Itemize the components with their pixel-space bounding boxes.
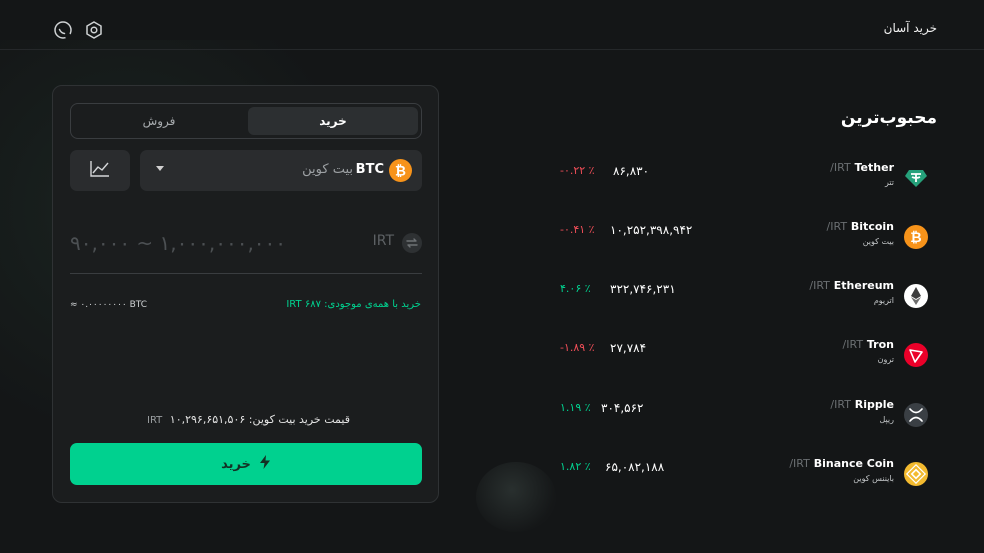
coin-name: /IRT Tron xyxy=(842,338,894,351)
ripple-icon xyxy=(904,403,928,431)
buy-price-unit: IRT xyxy=(147,415,163,426)
popular-title: محبوب‌ترین xyxy=(840,108,937,128)
swap-icon[interactable] xyxy=(402,233,422,257)
coin-select[interactable]: بیت کوین BTC ₿ xyxy=(140,150,422,191)
list-item[interactable]: /IRT Ripple ریپل ۳۰۴,۵۶۲ ۱.۱۹ ٪ xyxy=(555,395,930,435)
coin-change: ۴.۰۶ ٪ xyxy=(560,282,591,295)
coin-change: -۰.۲۲ ٪ xyxy=(560,164,595,177)
coin-name-fa: تتر xyxy=(884,178,894,187)
buy-button-label: خرید xyxy=(221,456,251,472)
coin-select-name: بیت کوین xyxy=(302,162,353,177)
coin-name-fa: ترون xyxy=(877,355,894,364)
coin-price: ۳۰۴,۵۶۲ xyxy=(601,401,644,415)
tether-icon xyxy=(904,166,928,194)
svg-text:₿: ₿ xyxy=(395,164,406,179)
coin-name: /IRT Binance Coin xyxy=(789,457,894,470)
page-title: خرید آسان xyxy=(883,21,937,35)
coin-name-fa: بایننس کوین xyxy=(853,474,894,483)
support-icon[interactable] xyxy=(52,19,74,41)
bnb-icon xyxy=(904,462,928,490)
approx-btc-amount: ≈ ۰.۰۰۰۰۰۰۰۰ BTC xyxy=(70,300,148,310)
coin-price: ۶۵,۰۸۲,۱۸۸ xyxy=(605,460,665,474)
amount-field[interactable]: ۹۰,۰۰۰ ~ ۱,۰۰۰,۰۰۰,۰۰۰ IRT xyxy=(70,219,422,274)
coin-price: ۱۰,۲۵۲,۳۹۸,۹۴۲ xyxy=(610,223,693,237)
list-item[interactable]: /IRT Tether تتر ۸۶,۸۳۰ -۰.۲۲ ٪ xyxy=(555,158,930,198)
coin-change: ۱.۱۹ ٪ xyxy=(560,401,591,414)
buy-with-all-balance[interactable]: خرید با همه‌ی موجودی: ۶۸۷ IRT xyxy=(286,299,421,310)
trade-tabs: فروش خرید xyxy=(70,103,422,139)
coin-name-fa: اتریوم xyxy=(873,296,894,305)
coin-select-symbol: BTC xyxy=(355,162,384,177)
svg-text:₿: ₿ xyxy=(910,230,921,246)
ethereum-icon xyxy=(904,284,928,312)
coin-price: ۸۶,۸۳۰ xyxy=(613,164,650,178)
buy-price-label: قیمت خرید بیت کوین: xyxy=(248,413,350,426)
coin-name: /IRT Tether xyxy=(830,161,894,174)
caret-down-icon xyxy=(156,166,164,171)
coin-name: /IRT Ripple xyxy=(830,398,894,411)
top-bar: خرید آسان xyxy=(0,0,984,50)
list-item[interactable]: /IRT Ethereum اتریوم ۳۲۲,۷۴۶,۲۳۱ ۴.۰۶ ٪ xyxy=(555,276,930,316)
chart-line-icon xyxy=(89,160,111,182)
coin-name: /IRT Bitcoin xyxy=(826,220,894,233)
trade-card: فروش خرید بیت کوین BTC ₿ ۹۰,۰۰۰ ~ ۱,۰۰۰,… xyxy=(52,85,439,503)
settings-icon[interactable] xyxy=(83,19,105,41)
bitcoin-icon: ₿ xyxy=(389,159,412,186)
chart-button[interactable] xyxy=(70,150,130,191)
tab-sell[interactable]: فروش xyxy=(74,107,244,135)
coin-change: -۰.۴۱ ٪ xyxy=(560,223,595,236)
coin-change: -۱.۸۹ ٪ xyxy=(560,341,595,354)
buy-price-line: قیمت خرید بیت کوین: IRT ۱۰,۲۹۶,۶۵۱,۵۰۶ xyxy=(53,413,440,426)
coin-name-fa: ریپل xyxy=(879,415,894,424)
coin-price: ۲۷,۷۸۴ xyxy=(610,341,647,355)
list-item[interactable]: /IRT Binance Coin بایننس کوین ۶۵,۰۸۲,۱۸۸… xyxy=(555,454,930,494)
lightning-icon xyxy=(259,455,271,473)
buy-price-value: ۱۰,۲۹۶,۶۵۱,۵۰۶ xyxy=(169,413,246,426)
coin-price: ۳۲۲,۷۴۶,۲۳۱ xyxy=(610,282,676,296)
coin-name-fa: بیت کوین xyxy=(862,237,894,246)
amount-placeholder: ۹۰,۰۰۰ ~ ۱,۰۰۰,۰۰۰,۰۰۰ xyxy=(70,231,287,255)
coin-name: /IRT Ethereum xyxy=(809,279,894,292)
tron-icon xyxy=(904,343,928,371)
bitcoin-icon: ₿ xyxy=(904,225,928,253)
list-item[interactable]: /IRT Tron ترون ۲۷,۷۸۴ -۱.۸۹ ٪ xyxy=(555,335,930,375)
coin-change: ۱.۸۲ ٪ xyxy=(560,460,591,473)
buy-button[interactable]: خرید xyxy=(70,443,422,485)
background-coin-decoration xyxy=(476,462,556,532)
list-item[interactable]: ₿ /IRT Bitcoin بیت کوین ۱۰,۲۵۲,۳۹۸,۹۴۲ -… xyxy=(555,217,930,257)
amount-currency: IRT xyxy=(372,233,394,249)
tab-buy[interactable]: خرید xyxy=(248,107,418,135)
